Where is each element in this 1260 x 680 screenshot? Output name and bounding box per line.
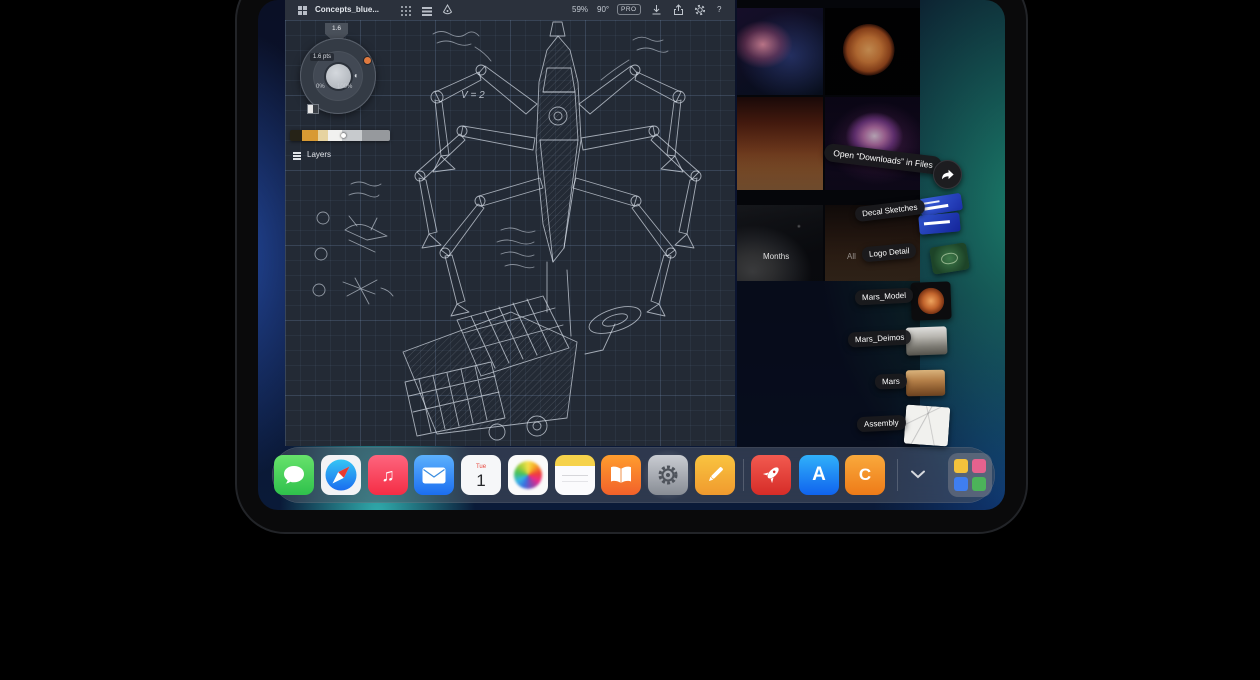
- tool-wheel[interactable]: [300, 38, 376, 114]
- layers-menu-icon: [293, 152, 301, 154]
- opacity-max-label: 100%: [337, 84, 352, 90]
- music-note-icon: ♫: [381, 465, 395, 486]
- compass-icon: [324, 458, 358, 492]
- dock-divider: [743, 459, 744, 491]
- concepts-app-window: V = 2 Concepts_blue... 59% 90° PRO: [285, 0, 735, 446]
- forward-arrow-icon: [940, 168, 955, 181]
- palette-swatch[interactable]: [362, 130, 390, 141]
- gear-icon: [655, 462, 681, 488]
- pen-tool-icon[interactable]: [442, 4, 453, 16]
- drag-thumb-logo-detail[interactable]: [929, 242, 970, 274]
- palette-swatch[interactable]: [318, 130, 328, 141]
- envelope-icon: [422, 467, 446, 484]
- palette-swatch[interactable]: [302, 130, 318, 141]
- tab-months[interactable]: Months: [763, 252, 789, 261]
- app-store-letter: A: [812, 464, 826, 486]
- document-title[interactable]: Concepts_blue...: [315, 5, 379, 14]
- calendar-weekday: Tue: [476, 464, 486, 470]
- precision-dots-icon[interactable]: [401, 6, 403, 8]
- safari-app-icon[interactable]: [321, 455, 361, 495]
- rotation-angle[interactable]: 90°: [597, 5, 609, 14]
- palette-swatch[interactable]: [290, 130, 302, 141]
- photos-app-window: Months All: [737, 0, 920, 281]
- menu-icon[interactable]: [422, 7, 432, 9]
- mail-app-icon[interactable]: [414, 455, 454, 495]
- app-library-tile[interactable]: [948, 453, 992, 497]
- dock-collapse-button[interactable]: [909, 467, 927, 481]
- concepts-toolbar: Concepts_blue... 59% 90° PRO: [285, 0, 735, 20]
- mini-app-icon: [954, 459, 968, 473]
- export-share-icon[interactable]: [673, 4, 684, 16]
- contrast-icon: ◐: [354, 71, 359, 80]
- help-icon[interactable]: ?: [717, 5, 721, 14]
- dock-divider: [897, 459, 898, 491]
- drag-item-label[interactable]: Mars_Model: [855, 287, 914, 305]
- active-color-dot[interactable]: [364, 57, 371, 64]
- canvas-annotation: V = 2: [461, 90, 485, 101]
- tab-all[interactable]: All: [847, 252, 856, 261]
- settings-gear-icon[interactable]: [694, 4, 706, 16]
- books-app-icon[interactable]: [601, 455, 641, 495]
- music-app-icon[interactable]: ♫: [368, 455, 408, 495]
- rocket-app-icon[interactable]: [751, 455, 791, 495]
- chevron-down-icon: [911, 470, 925, 479]
- opacity-min-label: 0%: [316, 84, 325, 90]
- chat-bubble-icon: [283, 465, 305, 485]
- drag-thumb-assembly[interactable]: [904, 405, 951, 447]
- palette-swatch[interactable]: [328, 130, 342, 141]
- rocket-icon: [758, 462, 784, 488]
- color-palette-bar[interactable]: [290, 130, 390, 141]
- pro-badge[interactable]: PRO: [617, 4, 641, 15]
- active-color-swatch[interactable]: [307, 104, 319, 114]
- layers-label: Layers: [307, 150, 331, 159]
- zoom-level[interactable]: 59%: [572, 5, 588, 14]
- brush-size-value: 1.6: [332, 25, 341, 32]
- import-icon[interactable]: [651, 4, 662, 16]
- messages-app-icon[interactable]: [274, 455, 314, 495]
- pen-icon: [702, 462, 728, 488]
- mini-app-icon: [972, 477, 986, 491]
- dock: ♫ Tue 1: [272, 447, 995, 503]
- mini-app-icon: [972, 459, 986, 473]
- drag-forward-button[interactable]: [933, 160, 962, 189]
- photos-dim-overlay: [737, 0, 920, 281]
- calendar-day: 1: [476, 472, 485, 489]
- note-lines-icon: [562, 475, 588, 476]
- calendar-app-icon[interactable]: Tue 1: [461, 455, 501, 495]
- drag-item-label[interactable]: Assembly: [857, 415, 906, 433]
- app-store-icon[interactable]: A: [799, 455, 839, 495]
- orange-c-letter: C: [859, 465, 871, 485]
- drag-item-label[interactable]: Mars: [875, 373, 907, 389]
- flower-icon: [514, 461, 542, 489]
- gallery-grid-icon[interactable]: [298, 6, 302, 10]
- ipad-device: V = 2 Concepts_blue... 59% 90° PRO: [237, 0, 1026, 532]
- photos-app-icon[interactable]: [508, 455, 548, 495]
- notes-app-icon[interactable]: [555, 455, 595, 495]
- drag-thumb-mars-model[interactable]: [910, 281, 951, 320]
- mini-app-icon: [954, 477, 968, 491]
- drag-thumb-decal-sticker[interactable]: [918, 212, 961, 235]
- ipad-screen-wallpaper: V = 2 Concepts_blue... 59% 90° PRO: [258, 0, 1005, 510]
- palette-slider-dot[interactable]: [341, 133, 346, 138]
- drag-thumb-mars[interactable]: [906, 370, 945, 397]
- orange-c-app-icon[interactable]: C: [845, 455, 885, 495]
- open-book-icon: [609, 465, 633, 485]
- pen-app-icon[interactable]: [695, 455, 735, 495]
- settings-app-icon[interactable]: [648, 455, 688, 495]
- brush-size-label: 1.6 pts: [310, 53, 334, 61]
- drag-thumb-mars-deimos[interactable]: [906, 326, 948, 355]
